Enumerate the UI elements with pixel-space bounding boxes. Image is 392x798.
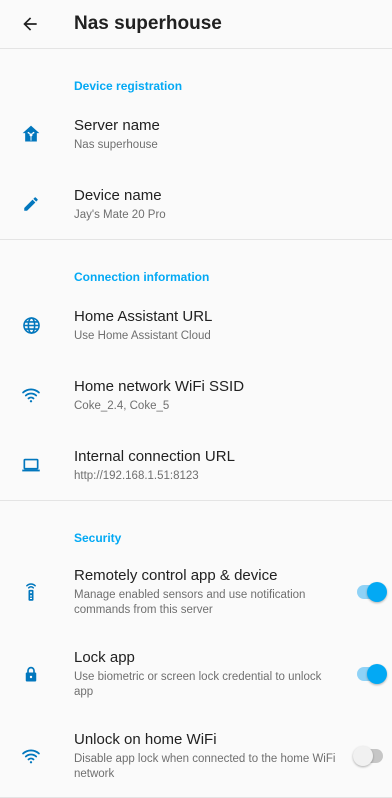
unlock-home-wifi-toggle[interactable] xyxy=(353,746,387,766)
home-assistant-icon xyxy=(20,123,42,145)
setting-title: Unlock on home WiFi xyxy=(74,731,217,748)
setting-lock-app[interactable]: Lock app Use biometric or screen lock cr… xyxy=(0,633,392,715)
setting-home-assistant-url[interactable]: Home Assistant URL Use Home Assistant Cl… xyxy=(0,290,392,360)
page-title: Nas superhouse xyxy=(74,13,222,34)
remote-control-toggle[interactable] xyxy=(353,582,387,602)
setting-title: Remotely control app & device xyxy=(74,567,278,584)
section-header: Security xyxy=(74,531,122,545)
toggle-knob xyxy=(367,582,387,602)
setting-internal-connection-url[interactable]: Internal connection URL http://192.168.1… xyxy=(0,430,392,500)
back-arrow-icon[interactable] xyxy=(20,14,46,34)
wifi-icon xyxy=(20,384,42,406)
setting-subtitle: Use Home Assistant Cloud xyxy=(74,329,211,342)
globe-icon xyxy=(20,314,42,336)
setting-title: Home network WiFi SSID xyxy=(74,377,245,395)
setting-title: Internal connection URL xyxy=(74,447,235,465)
section-header: Device registration xyxy=(74,79,183,93)
setting-title: Home Assistant URL xyxy=(74,307,213,325)
section-security: Security Remotely control app & device M… xyxy=(0,501,392,798)
section-connection-information: Connection information Home Assistant UR… xyxy=(0,240,392,501)
setting-subtitle: Coke_2.4, Coke_5 xyxy=(74,399,170,412)
setting-subtitle: Nas superhouse xyxy=(74,138,158,151)
setting-subtitle: Use biometric or screen lock credential … xyxy=(74,671,322,698)
setting-subtitle: Manage enabled sensors and use notificat… xyxy=(74,589,306,616)
remote-icon xyxy=(20,581,42,603)
toggle-knob xyxy=(353,746,373,766)
setting-title: Server name xyxy=(74,116,160,134)
lock-icon xyxy=(20,663,42,685)
laptop-icon xyxy=(20,454,42,476)
setting-home-network-wifi-ssid[interactable]: Home network WiFi SSID Coke_2.4, Coke_5 xyxy=(0,360,392,430)
app-bar: Nas superhouse xyxy=(0,0,392,49)
setting-remote-control[interactable]: Remotely control app & device Manage ena… xyxy=(0,551,392,633)
setting-subtitle: Disable app lock when connected to the h… xyxy=(74,753,336,780)
setting-subtitle: http://192.168.1.51:8123 xyxy=(74,469,199,482)
setting-server-name[interactable]: Server name Nas superhouse xyxy=(0,99,392,169)
setting-device-name[interactable]: Device name Jay's Mate 20 Pro xyxy=(0,169,392,239)
setting-unlock-home-wifi[interactable]: Unlock on home WiFi Disable app lock whe… xyxy=(0,715,392,797)
section-header: Connection information xyxy=(74,270,210,284)
lock-app-toggle[interactable] xyxy=(353,664,387,684)
setting-subtitle: Jay's Mate 20 Pro xyxy=(74,208,166,221)
setting-title: Device name xyxy=(74,186,162,204)
toggle-knob xyxy=(367,664,387,684)
section-device-registration: Device registration Server name Nas supe… xyxy=(0,49,392,240)
wifi-icon xyxy=(20,745,42,767)
pencil-icon xyxy=(20,193,42,215)
setting-title: Lock app xyxy=(74,649,135,666)
